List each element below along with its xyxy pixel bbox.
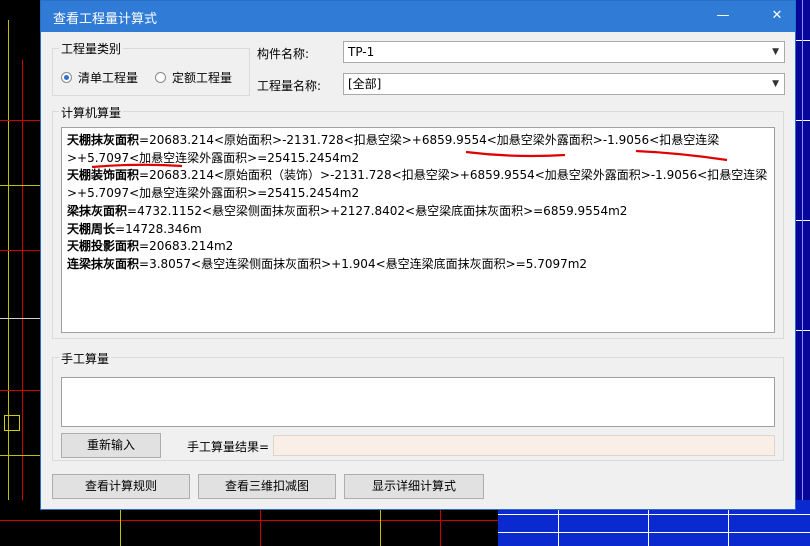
title-bar: 查看工程量计算式 — ✕ <box>41 1 795 32</box>
computer-formula-text[interactable]: 天棚抹灰面积=20683.214<原始面积>-2131.728<扣悬空梁>+68… <box>61 127 775 333</box>
quantity-name-value: [全部] <box>348 77 382 91</box>
manual-result-field <box>273 435 775 456</box>
manual-formula-input[interactable] <box>61 377 775 427</box>
formula-expression: =20683.214m2 <box>139 239 234 254</box>
component-name-select[interactable]: TP-1 ▼ <box>343 41 785 63</box>
radio-quota-quantity[interactable]: 定额工程量 <box>155 69 232 86</box>
formula-name: 梁抹灰面积 <box>67 203 128 218</box>
quantity-name-label: 工程量名称: <box>257 79 322 93</box>
formula-expression: =20683.214<原始面积>-2131.728<扣悬空梁>+6859.955… <box>67 133 720 165</box>
quantity-name-select[interactable]: [全部] ▼ <box>343 73 785 95</box>
component-name-value: TP-1 <box>348 45 375 59</box>
formula-expression: =14728.346m <box>115 221 202 236</box>
close-button[interactable]: ✕ <box>765 5 789 27</box>
show-detail-formula-button[interactable]: 显示详细计算式 <box>344 474 484 499</box>
formula-expression: =20683.214<原始面积（装饰）>-2131.728<扣悬空梁>+6859… <box>67 168 768 201</box>
radio-bill-quantity[interactable]: 清单工程量 <box>61 69 138 86</box>
formula-expression: =4732.1152<悬空梁侧面抹灰面积>+2127.8402<悬空梁底面抹灰面… <box>127 203 628 218</box>
formula-expression: =3.8057<悬空连梁侧面抹灰面积>+1.904<悬空连梁底面抹灰面积>=5.… <box>139 256 588 271</box>
computer-group-title: 计算机算量 <box>59 104 124 121</box>
quantity-formula-dialog: 查看工程量计算式 — ✕ 工程量类别 清单工程量 定额工程量 构件名称: TP-… <box>40 0 796 510</box>
reenter-button[interactable]: 重新输入 <box>61 433 161 458</box>
category-group-title: 工程量类别 <box>59 40 124 57</box>
formula-name: 天棚投影面积 <box>67 239 140 254</box>
formula-content: 天棚抹灰面积=20683.214<原始面积>-2131.728<扣悬空梁>+68… <box>67 132 770 274</box>
formula-name: 天棚抹灰面积 <box>67 133 140 147</box>
window-title: 查看工程量计算式 <box>53 12 158 27</box>
manual-result-label: 手工算量结果= <box>187 440 270 454</box>
radio-bill-quantity-label: 清单工程量 <box>78 71 139 85</box>
radio-quota-quantity-label: 定额工程量 <box>172 71 233 85</box>
cad-right-strip <box>796 0 810 546</box>
view-3d-deduction-button[interactable]: 查看三维扣减图 <box>198 474 336 499</box>
cad-left-strip <box>0 0 40 546</box>
formula-name: 连梁抹灰面积 <box>67 256 140 271</box>
component-name-label: 构件名称: <box>257 47 310 61</box>
radio-dot-icon <box>155 72 166 83</box>
radio-dot-icon <box>61 72 72 83</box>
formula-name: 天棚周长 <box>67 221 116 236</box>
formula-name: 天棚装饰面积 <box>67 168 140 183</box>
chevron-down-icon: ▼ <box>772 47 779 57</box>
minimize-button[interactable]: — <box>711 5 735 27</box>
view-rules-button[interactable]: 查看计算规则 <box>52 474 190 499</box>
manual-group-title: 手工算量 <box>59 350 112 367</box>
chevron-down-icon: ▼ <box>772 79 779 89</box>
